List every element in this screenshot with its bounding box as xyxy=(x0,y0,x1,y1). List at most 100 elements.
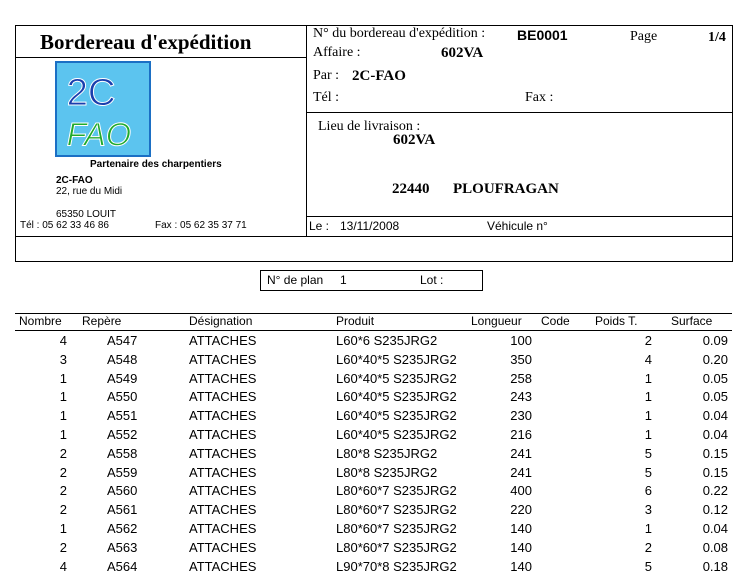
cell-nombre: 1 xyxy=(59,389,67,405)
logo-bottom-text: FAO xyxy=(67,116,132,152)
cell-repere: A552 xyxy=(107,427,138,442)
cell-designation: ATTACHES xyxy=(189,539,257,555)
tel-label: Tél : xyxy=(313,90,340,105)
cell-poids: 1 xyxy=(644,427,652,442)
table-row: 4 A547 ATTACHES L60*6 S235JRG2 100 2 0.09 xyxy=(15,331,731,350)
company-street: 22, rue du Midi xyxy=(56,186,123,197)
cell-surface: 0.20 xyxy=(702,351,728,367)
cell-designation: ATTACHES xyxy=(189,389,257,405)
cell-repere: A551 xyxy=(107,408,138,424)
table-row: 1 A551 ATTACHES L60*40*5 S235JRG2 230 1 0.04 xyxy=(15,406,731,425)
cell-poids: 3 xyxy=(644,502,652,518)
cell-designation: ATTACHES xyxy=(189,445,257,461)
cell-longueur: 140 xyxy=(510,558,532,574)
bordereau-label: N° du bordereau d'expédition : xyxy=(313,26,486,41)
cell-repere: A548 xyxy=(107,351,138,367)
cell-repere: A559 xyxy=(107,464,138,480)
cell-poids: 4 xyxy=(644,351,652,367)
header-divider-vertical xyxy=(306,25,307,237)
cell-longueur: 258 xyxy=(510,370,532,386)
cell-repere: A562 xyxy=(107,521,138,536)
cell-designation: ATTACHES xyxy=(189,464,257,480)
cell-surface: 0.18 xyxy=(702,558,728,574)
footer-divider xyxy=(15,236,733,237)
cell-repere: A564 xyxy=(107,558,138,574)
title-divider xyxy=(15,57,306,58)
cell-surface: 0.04 xyxy=(702,408,728,424)
cell-poids: 1 xyxy=(644,389,652,405)
cell-surface: 0.05 xyxy=(702,389,728,405)
cell-produit: L60*40*5 S235JRG2 xyxy=(336,408,457,424)
cell-poids: 5 xyxy=(644,464,652,480)
cell-poids: 5 xyxy=(644,558,652,574)
par-value: 2C-FAO xyxy=(352,68,406,84)
col-repere: Repère xyxy=(82,314,122,328)
col-nombre: Nombre xyxy=(19,314,62,328)
delivery-postcode: 22440 xyxy=(392,181,430,197)
col-designation: Désignation xyxy=(189,314,253,328)
table-row: 2 A558 ATTACHES L80*8 S235JRG2 241 5 0.15 xyxy=(15,444,731,463)
col-longueur: Longueur xyxy=(471,314,522,328)
document-title: Bordereau d'expédition xyxy=(40,30,252,54)
logo-top-text: 2C xyxy=(67,71,116,114)
company-tel: Tél : 05 62 33 46 86 xyxy=(20,220,109,231)
cell-longueur: 243 xyxy=(510,389,532,405)
col-surface: Surface xyxy=(671,314,713,328)
date-divider xyxy=(306,216,733,217)
cell-produit: L60*40*5 S235JRG2 xyxy=(336,370,457,386)
cell-produit: L60*40*5 S235JRG2 xyxy=(336,351,457,367)
col-produit: Produit xyxy=(336,314,375,328)
cell-produit: L80*60*7 S235JRG2 xyxy=(336,502,457,518)
cell-produit: L60*6 S235JRG2 xyxy=(336,333,438,348)
table-row: 3 A548 ATTACHES L60*40*5 S235JRG2 350 4 0.20 xyxy=(15,350,731,369)
cell-nombre: 2 xyxy=(59,502,67,518)
company-fax: Fax : 05 62 35 37 71 xyxy=(155,220,247,231)
cell-repere: A550 xyxy=(107,389,138,405)
cell-designation: ATTACHES xyxy=(189,408,257,424)
cell-longueur: 220 xyxy=(510,502,532,518)
cell-designation: ATTACHES xyxy=(189,521,257,536)
page-value: 1/4 xyxy=(708,30,726,45)
cell-poids: 6 xyxy=(644,483,652,499)
lot-label: Lot : xyxy=(420,273,444,287)
table-row: 1 A552 ATTACHES L60*40*5 S235JRG2 216 1 0.04 xyxy=(15,425,731,444)
cell-produit: L80*8 S235JRG2 xyxy=(336,464,438,480)
table-row: 1 A562 ATTACHES L80*60*7 S235JRG2 140 1 0.04 xyxy=(15,519,731,538)
bordereau-value: BE0001 xyxy=(517,27,568,43)
table-row: 4 A564 ATTACHES L90*70*8 S235JRG2 140 5 0.18 xyxy=(15,557,731,576)
cell-longueur: 350 xyxy=(510,351,532,367)
cell-repere: A561 xyxy=(107,502,138,518)
cell-surface: 0.05 xyxy=(702,370,728,386)
cell-poids: 5 xyxy=(644,445,652,461)
cell-designation: ATTACHES xyxy=(189,427,257,442)
cell-nombre: 1 xyxy=(59,427,67,442)
cell-surface: 0.22 xyxy=(702,483,728,499)
cell-longueur: 140 xyxy=(510,539,532,555)
table-row: 2 A563 ATTACHES L80*60*7 S235JRG2 140 2 0.08 xyxy=(15,538,731,557)
table-row: 2 A561 ATTACHES L80*60*7 S235JRG2 220 3 0.12 xyxy=(15,500,731,519)
cell-surface: 0.15 xyxy=(702,464,728,480)
plan-value: 1 xyxy=(340,273,347,287)
page-label: Page xyxy=(630,29,658,44)
cell-longueur: 140 xyxy=(510,521,532,536)
cell-produit: L60*40*5 S235JRG2 xyxy=(336,427,457,442)
col-code: Code xyxy=(541,314,570,328)
date-label: Le : xyxy=(309,219,330,233)
cell-designation: ATTACHES xyxy=(189,502,257,518)
cell-nombre: 3 xyxy=(59,351,67,367)
cell-poids: 1 xyxy=(644,370,652,386)
cell-longueur: 241 xyxy=(510,445,532,461)
cell-poids: 2 xyxy=(644,333,652,348)
cell-longueur: 216 xyxy=(510,427,532,442)
cell-repere: A558 xyxy=(107,445,138,461)
cell-surface: 0.04 xyxy=(702,427,728,442)
cell-nombre: 2 xyxy=(59,445,67,461)
cell-produit: L80*60*7 S235JRG2 xyxy=(336,539,457,555)
cell-surface: 0.04 xyxy=(702,521,728,536)
table-header: Nombre Repère Désignation Produit Longue… xyxy=(15,314,731,331)
cell-produit: L80*60*7 S235JRG2 xyxy=(336,483,457,499)
cell-designation: ATTACHES xyxy=(189,351,257,367)
col-poids: Poids T. xyxy=(595,314,638,328)
cell-nombre: 1 xyxy=(59,370,67,386)
cell-longueur: 241 xyxy=(510,464,532,480)
